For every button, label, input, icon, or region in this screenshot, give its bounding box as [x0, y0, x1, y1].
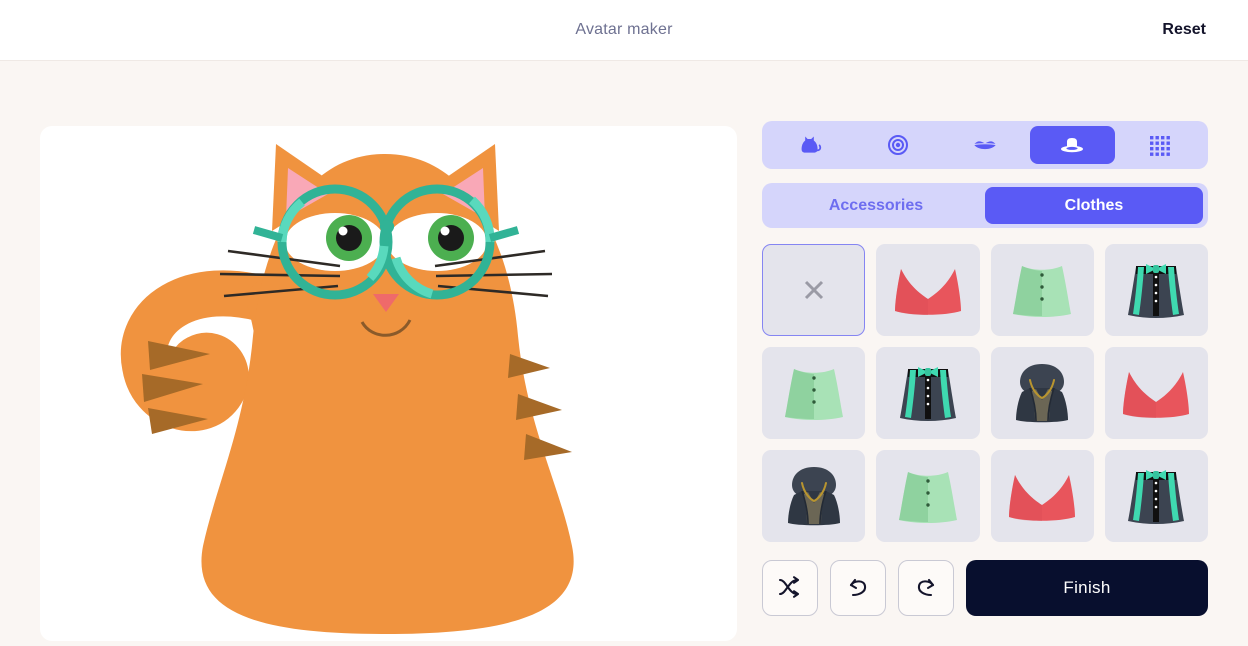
- close-icon: [797, 273, 831, 307]
- clothes-item-green-skirt-1[interactable]: [990, 244, 1094, 336]
- grid-dots-icon: [1147, 133, 1171, 157]
- clothes-item-dark-skirt-3[interactable]: [1104, 450, 1208, 542]
- clothes-item-hoodie-1[interactable]: [990, 347, 1094, 439]
- clothes-grid: [762, 244, 1208, 542]
- clothes-item-dark-skirt-1[interactable]: [1104, 244, 1208, 336]
- avatar-canvas[interactable]: [40, 126, 737, 641]
- category-tabbar: [762, 121, 1208, 169]
- hat-icon: [1058, 132, 1086, 158]
- action-bar: Finish: [762, 560, 1208, 616]
- red-top-icon: [1119, 362, 1193, 424]
- subtab-group: Accessories Clothes: [762, 183, 1208, 228]
- red-top-icon: [891, 259, 965, 321]
- dark-skirt-bow-icon: [896, 360, 960, 426]
- main-content: Accessories Clothes Finish: [0, 61, 1248, 646]
- red-top-icon: [1005, 465, 1079, 527]
- app-header: Avatar maker Reset: [0, 0, 1248, 61]
- clothes-item-red-top-3[interactable]: [990, 450, 1094, 542]
- eye-icon: [885, 132, 911, 158]
- hoodie-icon: [1010, 360, 1074, 426]
- shuffle-icon: [777, 574, 803, 603]
- undo-button[interactable]: [830, 560, 886, 616]
- tab-hat[interactable]: [1029, 126, 1115, 164]
- customization-panel: Accessories Clothes Finish: [762, 121, 1208, 646]
- subtab-clothes[interactable]: Clothes: [985, 187, 1203, 224]
- redo-button[interactable]: [898, 560, 954, 616]
- green-skirt-icon: [895, 464, 961, 528]
- tab-eyes[interactable]: [855, 126, 940, 164]
- green-skirt-icon: [781, 361, 847, 425]
- cat-avatar-illustration: [120, 144, 574, 634]
- dark-skirt-bow-icon: [1124, 463, 1188, 529]
- subtab-accessories[interactable]: Accessories: [767, 187, 985, 224]
- clothes-item-none[interactable]: [762, 244, 866, 336]
- reset-button[interactable]: Reset: [1160, 17, 1208, 43]
- tab-more[interactable]: [1117, 126, 1202, 164]
- dark-skirt-bow-icon: [1124, 257, 1188, 323]
- finish-button[interactable]: Finish: [966, 560, 1208, 616]
- redo-icon: [913, 574, 939, 603]
- page-title: Avatar maker: [575, 21, 673, 38]
- lips-icon: [971, 132, 999, 158]
- clothes-item-hoodie-2[interactable]: [762, 450, 866, 542]
- clothes-item-dark-skirt-2[interactable]: [876, 347, 980, 439]
- clothes-item-red-top-2[interactable]: [1104, 347, 1208, 439]
- clothes-item-red-top-1[interactable]: [876, 244, 980, 336]
- clothes-item-green-skirt-3[interactable]: [876, 450, 980, 542]
- green-skirt-icon: [1009, 258, 1075, 322]
- cat-icon: [798, 132, 824, 158]
- tab-body[interactable]: [768, 126, 853, 164]
- undo-icon: [845, 574, 871, 603]
- shuffle-button[interactable]: [762, 560, 818, 616]
- hoodie-icon: [782, 463, 846, 529]
- clothes-item-green-skirt-2[interactable]: [762, 347, 866, 439]
- tab-mouth[interactable]: [942, 126, 1027, 164]
